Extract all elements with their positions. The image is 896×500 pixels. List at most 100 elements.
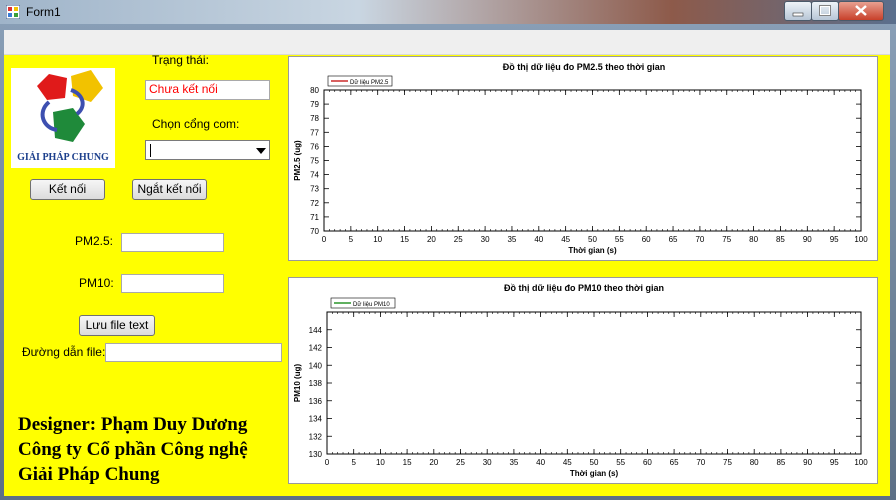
pm25-x-tick-label: 10 [373, 235, 382, 244]
pm25-x-axis-label: Thời gian (s) [568, 246, 617, 255]
pm25-x-tick-label: 35 [507, 235, 516, 244]
pm25-y-tick-label: 70 [310, 227, 319, 236]
close-button[interactable] [838, 1, 884, 21]
pm25-y-tick-label: 76 [310, 142, 319, 151]
pm25-x-tick-label: 0 [322, 235, 327, 244]
pm10-y-tick-label: 140 [309, 361, 323, 370]
pm10-field[interactable] [121, 274, 224, 293]
pm10-x-tick-label: 90 [803, 458, 812, 467]
chevron-down-icon[interactable] [256, 148, 266, 154]
pm25-plot-area [323, 89, 862, 232]
pm25-legend-label: Dữ liệu PM2.5 [350, 80, 389, 86]
pm25-y-tick-label: 75 [310, 157, 319, 166]
pm25-chart: Đồ thị dữ liệu đo PM2.5 theo thời gian 0 5… [288, 56, 878, 261]
pm10-label: PM10: [79, 276, 114, 290]
pm10-x-tick-label: 35 [509, 458, 518, 467]
save-file-button[interactable]: Lưu file text [79, 315, 155, 336]
pm25-x-tick-label: 50 [588, 235, 597, 244]
pm10-x-tick-label: 20 [429, 458, 438, 467]
maximize-button[interactable] [811, 1, 839, 21]
pm10-x-tick-label: 65 [670, 458, 679, 467]
pm10-x-tick-label: 0 [325, 458, 330, 467]
pm10-x-tick-label: 5 [351, 458, 356, 467]
pm10-x-tick-label: 30 [483, 458, 492, 467]
pm25-y-tick-label: 74 [310, 171, 319, 180]
pm25-y-tick-label: 72 [310, 199, 319, 208]
pm25-y-tick-label: 78 [310, 114, 319, 123]
pm25-x-tick-label: 75 [722, 235, 731, 244]
window-title: Form1 [26, 5, 61, 19]
pm25-y-tick-label: 71 [310, 213, 319, 222]
pm10-chart-title: Đồ thị dữ liệu đo PM10 theo thời gian [504, 283, 664, 293]
pm10-y-axis-label: PM10 (ug) [293, 364, 302, 403]
minimize-icon [792, 12, 804, 17]
close-icon [855, 5, 867, 16]
pm25-x-tick-label: 65 [669, 235, 678, 244]
logo-text: GIẢI PHÁP CHUNG [17, 152, 109, 163]
pm25-chart-title: Đồ thị dữ liệu đo PM2.5 theo thời gian [503, 62, 665, 72]
pm10-x-tick-label: 60 [643, 458, 652, 467]
pm10-y-tick-label: 130 [309, 450, 323, 459]
port-dropdown[interactable] [145, 140, 270, 160]
pm10-x-tick-label: 10 [376, 458, 385, 467]
credits: Designer: Phạm Duy Dương Công ty Cổ phần… [18, 412, 248, 487]
pm10-x-tick-label: 75 [723, 458, 732, 467]
pm25-x-tick-label: 60 [642, 235, 651, 244]
logo-graphic [37, 70, 103, 142]
status-label: Trạng thái: [152, 53, 209, 67]
title-bar[interactable]: Form1 [0, 0, 896, 24]
pm25-y-axis-label: PM2.5 (ug) [293, 140, 302, 181]
pm10-y-tick-label: 144 [309, 326, 323, 335]
pm25-label: PM2.5: [75, 234, 114, 248]
company-logo: GIẢI PHÁP CHUNG [11, 68, 115, 168]
pm10-x-tick-label: 40 [536, 458, 545, 467]
status-field: Chưa kết nối [145, 80, 270, 100]
pm10-chart: Đồ thị dữ liệu đo PM10 theo thời gian 0 5 1… [288, 277, 878, 484]
app-icon [6, 5, 20, 19]
pm10-plot-area [326, 311, 862, 455]
pm10-y-tick-label: 142 [309, 344, 323, 353]
pm10-y-tick-label: 134 [309, 415, 323, 424]
main-window: Form1 GIẢI PHÁP CHUNG Trạng thái: Chưa k… [0, 0, 896, 500]
pm25-y-tick-label: 79 [310, 100, 319, 109]
pm25-x-tick-label: 100 [854, 235, 868, 244]
pm10-y-tick-label: 132 [309, 432, 323, 441]
pm25-x-tick-label: 25 [454, 235, 463, 244]
pm10-x-tick-label: 85 [776, 458, 785, 467]
pm25-x-tick-label: 90 [803, 235, 812, 244]
credits-line-3: Giải Pháp Chung [18, 464, 160, 485]
pm25-x-tick-label: 5 [349, 235, 354, 244]
pm10-x-tick-label: 15 [403, 458, 412, 467]
file-path-field[interactable] [105, 343, 282, 362]
pm10-x-tick-label: 80 [750, 458, 759, 467]
disconnect-button[interactable]: Ngắt kết nối [132, 179, 207, 200]
pm25-chart-svg: Đồ thị dữ liệu đo PM2.5 theo thời gian 0 5… [293, 62, 868, 255]
pm25-y-tick-label: 73 [310, 185, 319, 194]
connect-button[interactable]: Kết nối [30, 179, 105, 200]
minimize-button[interactable] [784, 1, 812, 21]
pm25-x-tick-label: 70 [695, 235, 704, 244]
pm25-x-tick-label: 20 [427, 235, 436, 244]
pm25-x-tick-label: 30 [481, 235, 490, 244]
pm10-x-tick-label: 50 [590, 458, 599, 467]
pm10-x-tick-label: 55 [616, 458, 625, 467]
pm25-field[interactable] [121, 233, 224, 252]
pm25-x-tick-label: 85 [776, 235, 785, 244]
pm25-y-tick-label: 77 [310, 128, 319, 137]
pm10-y-tick-label: 136 [309, 397, 323, 406]
pm10-legend-label: Dữ liệu PM10 [353, 302, 390, 308]
pm25-x-tick-label: 45 [561, 235, 570, 244]
file-path-label: Đường dẫn file: [22, 345, 106, 359]
pm25-x-tick-label: 15 [400, 235, 409, 244]
credits-line-2: Công ty Cổ phần Công nghệ [18, 439, 248, 460]
credits-line-1: Designer: Phạm Duy Dương [18, 414, 248, 435]
text-cursor [150, 144, 151, 157]
pm25-x-tick-label: 80 [749, 235, 758, 244]
pm10-chart-svg: Đồ thị dữ liệu đo PM10 theo thời gian 0 5 1… [293, 283, 868, 478]
port-label: Chọn cổng com: [152, 117, 240, 131]
pm25-y-tick-label: 80 [310, 86, 319, 95]
pm10-y-tick-label: 138 [309, 379, 323, 388]
pm10-x-tick-label: 25 [456, 458, 465, 467]
pm10-x-tick-label: 95 [830, 458, 839, 467]
top-strip [4, 30, 890, 55]
